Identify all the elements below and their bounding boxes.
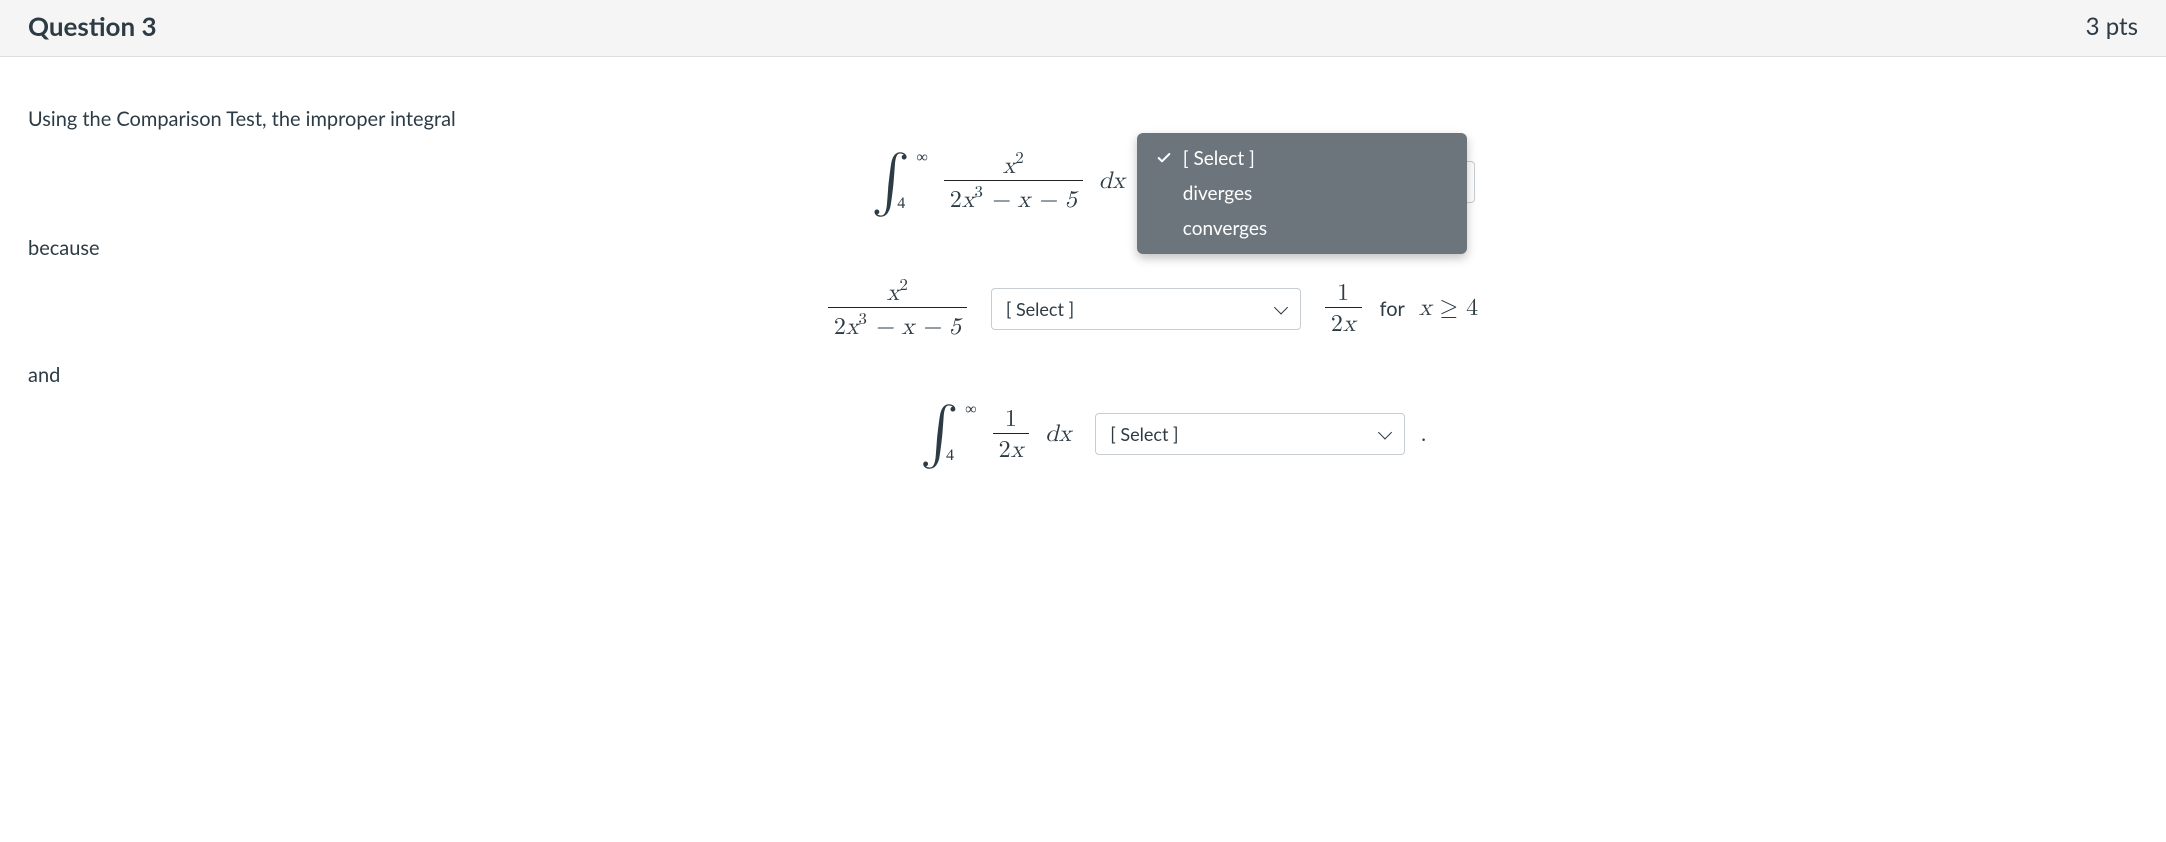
integral-symbol-2: ∫ ∞ 4: [920, 405, 961, 463]
question-title: Question 3: [28, 10, 157, 42]
select-label: [ Select ]: [1110, 423, 1178, 445]
answer-1-dropdown-open[interactable]: [ Select ] diverges converges: [1137, 133, 1467, 254]
dropdown-option-label: [ Select ]: [1183, 147, 1255, 170]
question-points: 3 pts: [2086, 12, 2138, 41]
dropdown-option-label: diverges: [1183, 182, 1252, 205]
integral-upper-1: ∞: [916, 149, 927, 167]
integral-row-1: ∫ ∞ 4 x2 2x3 − x − 5 dx [ Select ] diver…: [208, 151, 2138, 212]
integral-lower-1: 4: [897, 195, 905, 213]
left-fraction: x2 2x3 − x − 5: [828, 278, 967, 339]
question-body: Using the Comparison Test, the improper …: [0, 57, 2166, 513]
answer-3-select[interactable]: [ Select ]: [1095, 413, 1405, 455]
integral-row-2: ∫ ∞ 4 1 2x dx [ Select ] .: [208, 405, 2138, 463]
prompt-text: Using the Comparison Test, the improper …: [28, 107, 2138, 131]
dropdown-option-label: converges: [1183, 217, 1267, 240]
integrand-fraction-1: x2 2x3 − x − 5: [944, 151, 1083, 212]
and-text: and: [28, 363, 2138, 387]
select-label: [ Select ]: [1006, 298, 1074, 320]
dropdown-option-converges[interactable]: converges: [1137, 211, 1467, 246]
comparison-row: x2 2x3 − x − 5 [ Select ] 1 2x for x ≥ 4: [168, 278, 2138, 339]
integrand-fraction-2: 1 2x: [993, 407, 1030, 462]
right-fraction: 1 2x: [1325, 281, 1362, 336]
integral-upper-2: ∞: [965, 401, 976, 419]
for-text: for: [1380, 297, 1405, 321]
dropdown-option-diverges[interactable]: diverges: [1137, 176, 1467, 211]
integral-symbol-1: ∫ ∞ 4: [871, 153, 912, 211]
integral-lower-2: 4: [946, 447, 954, 465]
question-header: Question 3 3 pts: [0, 0, 2166, 57]
trailing-period: .: [1421, 422, 1426, 446]
check-icon: [1155, 150, 1173, 166]
dropdown-option-placeholder[interactable]: [ Select ]: [1137, 141, 1467, 176]
dx-1: dx: [1099, 169, 1125, 193]
dx-2: dx: [1045, 422, 1071, 446]
because-text: because: [28, 236, 2138, 260]
answer-2-select[interactable]: [ Select ]: [991, 288, 1301, 330]
